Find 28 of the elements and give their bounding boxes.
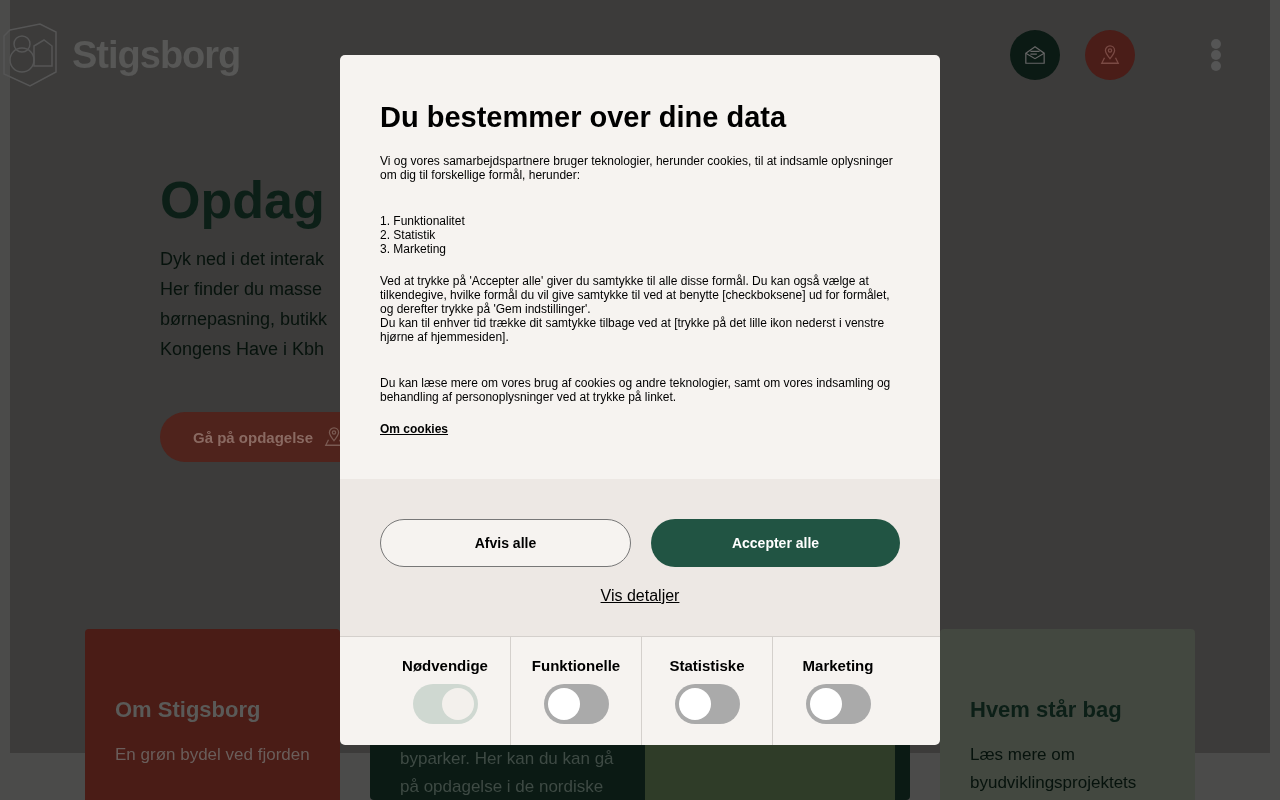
card-text: En grøn bydel ved fjorden: [115, 744, 311, 766]
toggle-label: Statistiske: [669, 657, 745, 674]
purpose-item: 2. Statistik: [380, 228, 437, 242]
accept-all-button[interactable]: Accepter alle: [651, 519, 900, 567]
consent-text: Ved at trykke på 'Accepter alle' giver du samtykke til alle disse formål. Du kan også vælge at tilkendegive, hvilke formål du vil give samtykke til ved at benytte [checkboksene] ud for formålet, og derefter trykke på 'Gem indstillinger'.: [380, 274, 891, 316]
reject-all-button[interactable]: Afvis alle: [380, 519, 631, 567]
envelope-icon: [1024, 44, 1046, 66]
toggle-label: Marketing: [802, 657, 874, 674]
toggle-label: Nødvendige: [402, 657, 488, 674]
contact-button[interactable]: [1010, 30, 1060, 80]
card-title: Om Stigsborg: [115, 697, 262, 723]
toggle-label: Funktionelle: [531, 657, 621, 674]
toggle-switch[interactable]: [805, 684, 871, 724]
logo-icon: [0, 22, 58, 88]
details-link[interactable]: Vis detaljer: [600, 587, 680, 605]
purpose-item: 1. Funktionalitet: [380, 214, 466, 228]
intro-text: Vi og vores samarbejdspartnere bruger teknologier, herunder cookies, til at indsamle oplysninger om dig til forskellige formål, herunder:: [380, 154, 894, 182]
dialog-title: Du bestemmer over dine data: [380, 101, 788, 134]
cookies-info-text: Du kan læse mere om vores brug af cookies og andre teknologier, samt om vores indsamling og behandling af personoplysninger ved at trykke på linket.: [380, 376, 892, 404]
toggle-switch[interactable]: [674, 684, 740, 724]
purpose-item: 3. Marketing: [380, 242, 448, 256]
more-menu-button[interactable]: [1210, 39, 1222, 71]
consent-text: Du kan til enhver tid trække dit samtykke tilbage ved at [trykke på det lille ikon nederst i venstre hjørne af hjemmesiden].: [380, 316, 886, 344]
more-icon: [1210, 39, 1222, 71]
map-pin-icon: [1099, 44, 1121, 66]
toggle-switch[interactable]: [543, 684, 609, 724]
card-text: Læs mere om byudviklingsprojektets: [970, 744, 1138, 794]
map-button[interactable]: [1085, 30, 1135, 80]
